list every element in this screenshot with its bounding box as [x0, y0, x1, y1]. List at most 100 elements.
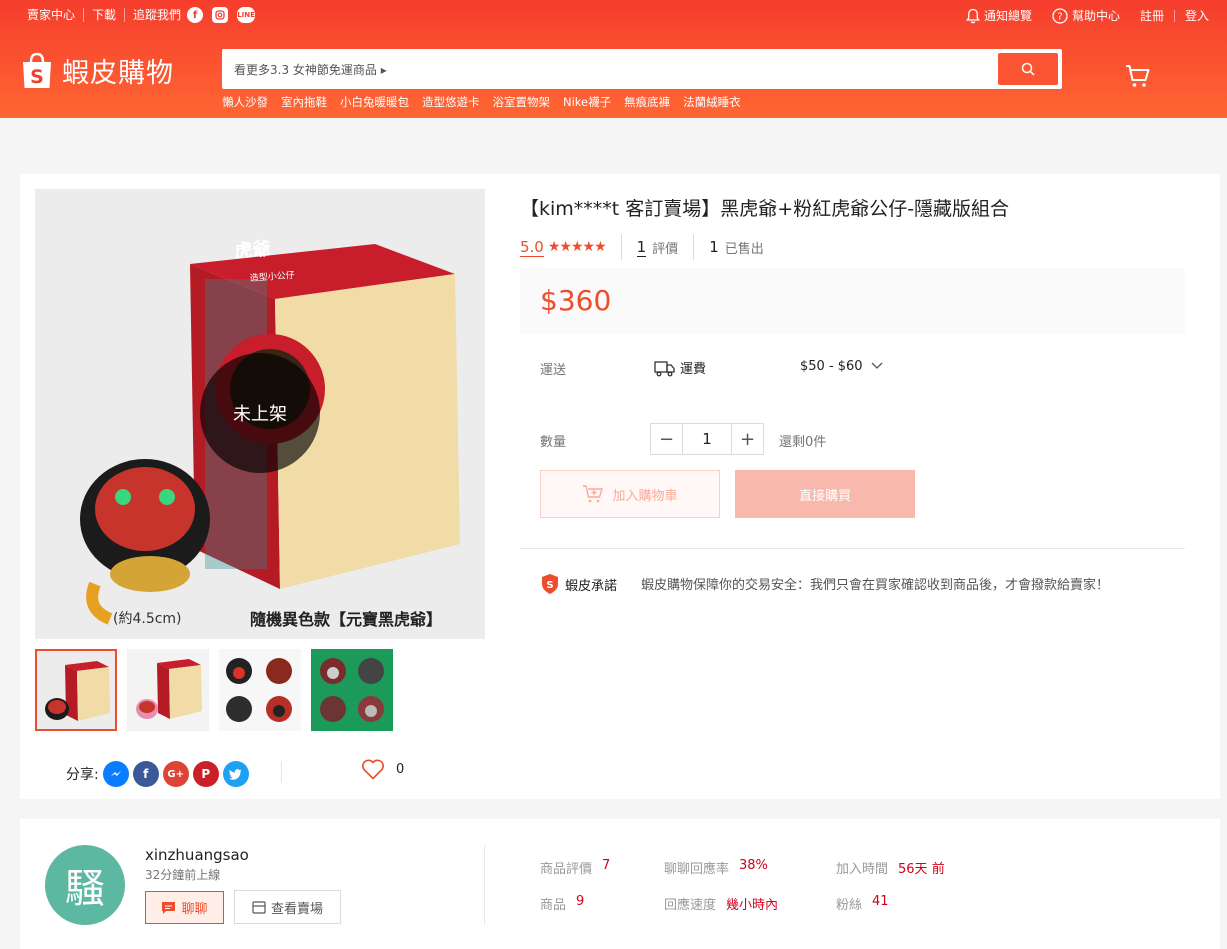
stat-value: 7: [602, 858, 611, 873]
review-label: 評價: [652, 241, 679, 257]
stat-value: 9: [576, 894, 585, 909]
shop-stat-joined: 加入時間 56天 前: [836, 858, 945, 877]
hot-keyword[interactable]: 懶人沙發: [222, 94, 268, 110]
svg-text:S: S: [30, 66, 44, 88]
product-title: 【kim****t 客訂賣場】黑虎爺+粉紅虎爺公仔-隱藏版組合: [520, 198, 1010, 220]
shop-avatar[interactable]: 騷: [45, 845, 125, 925]
buy-now-button[interactable]: 直接購買: [735, 470, 915, 518]
svg-text:S: S: [546, 580, 553, 591]
product-stats: 5.0 ★★★★★ 1 評價 1 已售出: [520, 234, 764, 260]
stat-label: 粉絲: [836, 898, 863, 913]
shop-last-online: 32分鐘前上線: [145, 868, 221, 882]
shop-stat-ratings: 商品評價 7: [540, 858, 610, 877]
share-label: 分享:: [66, 767, 99, 783]
top-navbar-right: 通知總覽 ? 幫助中心 註冊 登入: [946, 7, 1209, 24]
instagram-icon[interactable]: [212, 7, 229, 23]
stat-label: 加入時間: [836, 862, 889, 877]
truck-icon: [654, 360, 675, 376]
help-icon: ?: [1052, 7, 1068, 24]
review-count[interactable]: 1: [636, 238, 647, 257]
notifications-link[interactable]: 通知總覽: [965, 8, 1032, 24]
shop-info-card: 騷 xinzhuangsao 32分鐘前上線 聊聊 查看賣場 商品評價 7 聊聊回…: [20, 819, 1220, 949]
heart-icon: [362, 759, 384, 780]
search-input[interactable]: 看更多3.3 女神節免運商品 ▸: [234, 61, 387, 78]
shopee-logo-text: 蝦皮購物: [62, 58, 174, 89]
image-caption-size: (約4.5cm): [113, 611, 182, 627]
stock-remaining: 還剩0件: [779, 435, 827, 450]
box-brand-text: 虎爺: [234, 237, 272, 262]
hot-keyword[interactable]: 無痕底褲: [624, 94, 670, 110]
shipping-fee-label: 運費: [680, 362, 707, 377]
shopee-logo[interactable]: S 蝦皮購物: [20, 51, 174, 90]
thumbnail-4[interactable]: [311, 649, 393, 731]
sold-count: 1: [709, 238, 719, 256]
hot-keywords: 懶人沙發 室內拖鞋 小白兔暖暖包 造型悠遊卡 浴室置物架 Nike襪子 無痕底褲…: [222, 94, 754, 110]
shield-icon: S: [542, 574, 558, 594]
shop-stat-response-rate: 聊聊回應率 38%: [664, 858, 768, 877]
follow-us-label: 追蹤我們: [133, 8, 182, 22]
rating-value[interactable]: 5.0: [520, 238, 544, 257]
twitter-icon[interactable]: [222, 761, 249, 787]
rating-stars: ★★★★★: [547, 239, 607, 255]
pinterest-icon[interactable]: P: [192, 761, 219, 787]
shop-name: xinzhuangsao: [145, 846, 249, 864]
chat-button[interactable]: 聊聊: [145, 891, 224, 924]
thumbnail-3[interactable]: [219, 649, 301, 731]
shipping-fee-dropdown[interactable]: $50 - $60: [800, 359, 883, 374]
guarantee-name: 蝦皮承諾: [565, 578, 618, 594]
hot-keyword[interactable]: 造型悠遊卡: [422, 94, 480, 110]
search-icon: [1021, 62, 1035, 76]
line-icon[interactable]: LINE: [237, 7, 256, 23]
add-to-cart-button[interactable]: 加入購物車: [540, 470, 720, 518]
help-center-label: 幫助中心: [1071, 8, 1120, 23]
facebook-share-icon[interactable]: f: [132, 761, 159, 787]
hot-keyword[interactable]: 室內拖鞋: [281, 94, 327, 110]
guarantee-text: 蝦皮購物保障你的交易安全：我們只會在買家確認收到商品後，才會撥款給賣家！: [641, 578, 1110, 593]
shop-stat-response-time: 回應速度 幾小時內: [664, 894, 778, 913]
product-main-image[interactable]: 未上架 (約4.5cm) 隨機異色款【元寶黑虎爺】 虎爺 造型小公仔: [35, 189, 485, 639]
hot-keyword[interactable]: 浴室置物架: [493, 94, 551, 110]
help-center-link[interactable]: ? 幫助中心: [1052, 7, 1120, 24]
quantity-minus-button[interactable]: −: [651, 424, 682, 454]
facebook-icon[interactable]: f: [187, 7, 204, 23]
login-link[interactable]: 登入: [1185, 7, 1209, 24]
divider: [620, 234, 622, 260]
shopee-guarantee: S 蝦皮承諾 蝦皮購物保障你的交易安全：我們只會在買家確認收到商品後，才會撥款給…: [540, 573, 1109, 595]
messenger-icon[interactable]: [102, 761, 129, 787]
thumbnail-2[interactable]: [127, 649, 209, 731]
shipping-info: 運費 $50 - $60: [654, 358, 883, 377]
divider: [693, 234, 695, 260]
like-button[interactable]: 0: [361, 759, 404, 780]
hot-keyword[interactable]: 法蘭絨睡衣: [683, 94, 741, 110]
view-shop-button[interactable]: 查看賣場: [234, 890, 341, 924]
add-to-cart-label: 加入購物車: [612, 488, 678, 504]
register-link[interactable]: 註冊: [1140, 8, 1164, 24]
hot-keyword[interactable]: Nike襪子: [563, 94, 611, 110]
cart-add-icon: [583, 485, 604, 503]
download-link[interactable]: 下載: [84, 8, 126, 22]
stat-value: 38%: [739, 858, 768, 873]
stat-value: 41: [872, 894, 889, 909]
quantity-stepper: − 1 +: [650, 423, 764, 455]
stat-label: 商品評價: [540, 862, 593, 877]
hot-keyword[interactable]: 小白兔暖暖包: [340, 94, 409, 110]
search-button[interactable]: [998, 53, 1058, 85]
top-navbar-left: 賣家中心 下載 追蹤我們 f LINE: [27, 7, 264, 23]
quantity-plus-button[interactable]: +: [732, 424, 763, 454]
shop-stat-products: 商品 9: [540, 894, 584, 913]
cart-icon: [1126, 65, 1150, 87]
product-card: 未上架 (約4.5cm) 隨機異色款【元寶黑虎爺】 虎爺 造型小公仔 分享: f…: [20, 174, 1220, 799]
shop-stat-followers: 粉絲 41: [836, 894, 889, 913]
stat-value: 56天 前: [898, 862, 945, 877]
cart-button[interactable]: [1124, 62, 1152, 94]
view-shop-label: 查看賣場: [270, 901, 323, 917]
quantity-input[interactable]: 1: [682, 424, 732, 454]
divider: [281, 761, 282, 783]
divider: [1173, 9, 1175, 22]
product-price: $360: [540, 284, 612, 317]
google-plus-icon[interactable]: G+: [162, 761, 189, 787]
bell-icon: [965, 8, 980, 23]
search-bar[interactable]: 看更多3.3 女神節免運商品 ▸: [222, 49, 1062, 89]
thumbnail-1[interactable]: [35, 649, 117, 731]
seller-center-link[interactable]: 賣家中心: [27, 8, 85, 22]
